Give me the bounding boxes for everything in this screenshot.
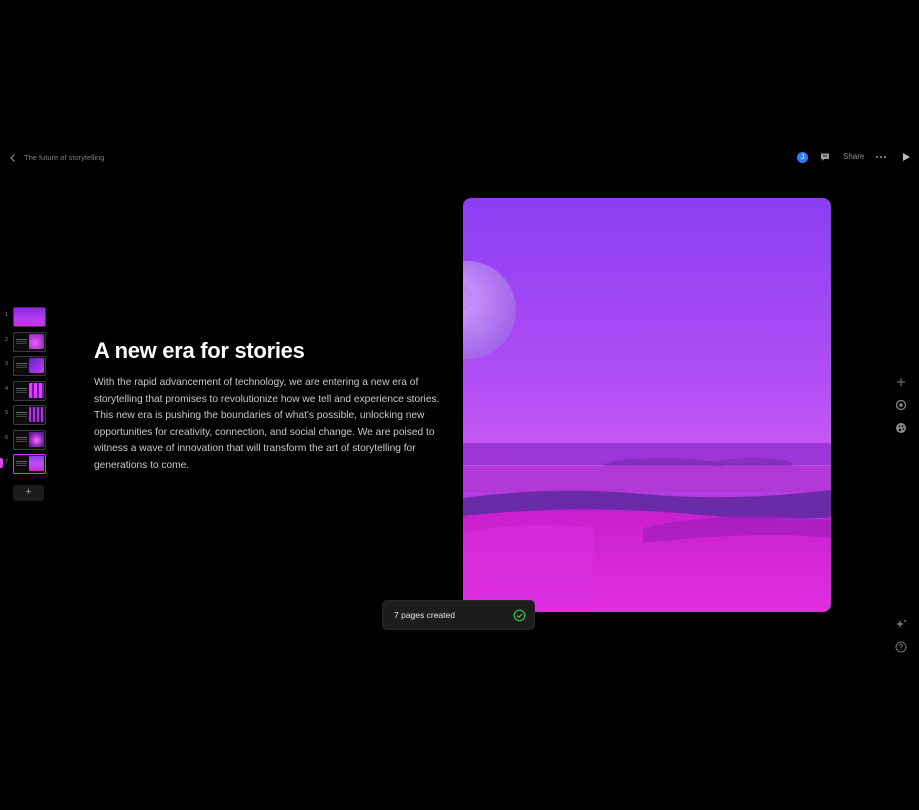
thumbnail-number: 2 bbox=[5, 336, 9, 343]
thumbnail-preview bbox=[13, 405, 46, 425]
thumbnail-preview bbox=[13, 429, 46, 450]
share-button[interactable]: Share bbox=[843, 152, 864, 161]
add-page-button[interactable]: + bbox=[13, 485, 44, 501]
thumbnail-item[interactable]: 1 bbox=[0, 307, 50, 327]
thumbnail-number: 1 bbox=[5, 312, 9, 318]
palette-icon[interactable] bbox=[894, 421, 908, 435]
toast-notification: 7 pages created bbox=[382, 600, 535, 630]
thumbnail-item-active[interactable]: 7 bbox=[0, 454, 50, 474]
thumbnail-number: 3 bbox=[5, 361, 9, 367]
more-icon[interactable] bbox=[875, 154, 887, 160]
thumbnail-preview bbox=[13, 380, 46, 401]
hero-image[interactable] bbox=[463, 198, 831, 612]
thumbnail-item[interactable]: 3 bbox=[0, 356, 50, 376]
thumbnail-item[interactable]: 5 bbox=[0, 405, 50, 425]
help-icon[interactable] bbox=[894, 640, 908, 654]
sparkle-icon[interactable] bbox=[894, 617, 908, 631]
thumbnail-item[interactable]: 4 bbox=[0, 380, 50, 401]
document-title: The future of storytelling bbox=[24, 153, 105, 162]
play-icon[interactable] bbox=[900, 151, 912, 163]
thumbnail-number: 4 bbox=[5, 385, 9, 392]
thumbnail-number: 5 bbox=[5, 410, 9, 416]
check-circle-icon bbox=[513, 609, 526, 622]
toast-message: 7 pages created bbox=[394, 610, 455, 620]
plus-icon[interactable] bbox=[894, 375, 908, 389]
thumbnail-preview bbox=[13, 307, 46, 327]
thumbnail-number: 7 bbox=[5, 459, 9, 465]
thumbnail-preview bbox=[13, 356, 46, 376]
chevron-left-icon[interactable] bbox=[6, 151, 20, 165]
target-icon[interactable] bbox=[894, 398, 908, 412]
thumbnail-preview bbox=[13, 454, 46, 474]
thumbnail-number: 6 bbox=[5, 434, 9, 441]
avatar[interactable]: J bbox=[797, 152, 808, 163]
thumbnail-item[interactable]: 2 bbox=[0, 331, 50, 352]
slide-body[interactable]: With the rapid advancement of technology… bbox=[94, 375, 446, 474]
thumbnail-preview bbox=[13, 331, 46, 352]
active-indicator bbox=[0, 458, 3, 468]
thumbnail-item[interactable]: 6 bbox=[0, 429, 50, 450]
slide-heading[interactable]: A new era for stories bbox=[94, 338, 305, 364]
top-bar: The future of storytelling J Share bbox=[0, 148, 919, 168]
comment-icon[interactable] bbox=[819, 151, 831, 163]
